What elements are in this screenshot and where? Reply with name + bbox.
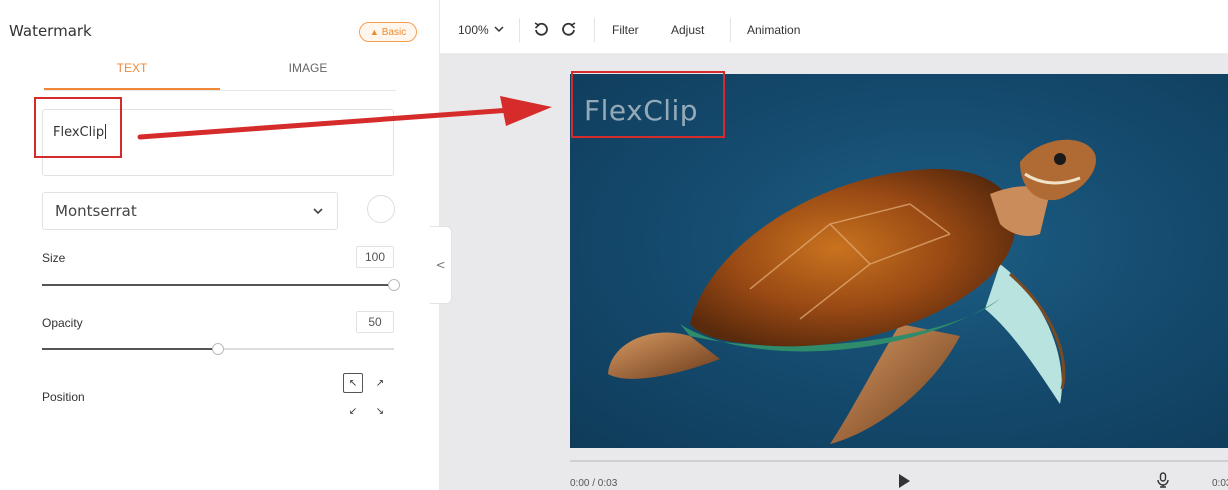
position-top-right-button[interactable]: ↗	[370, 373, 390, 393]
undo-icon[interactable]	[530, 18, 552, 40]
zoom-value: 100%	[458, 23, 489, 37]
play-icon[interactable]	[897, 473, 911, 489]
zoom-select[interactable]: 100%	[458, 23, 504, 37]
position-bottom-right-button[interactable]: ↘	[370, 401, 390, 421]
size-value-input[interactable]: 100	[356, 246, 394, 268]
tab-image[interactable]: IMAGE	[220, 58, 396, 90]
annotation-box-input	[34, 97, 122, 158]
basic-badge[interactable]: ▲ Basic	[359, 22, 417, 42]
microphone-icon[interactable]	[1155, 472, 1171, 488]
opacity-slider-fill	[42, 348, 218, 350]
tab-text[interactable]: TEXT	[44, 58, 220, 90]
adjust-button[interactable]: Adjust	[671, 23, 704, 37]
preview-canvas-area: FlexClip 0:00 / 0:03 0:03	[440, 54, 1228, 490]
filter-button[interactable]: Filter	[612, 23, 639, 37]
toolbar-divider	[730, 18, 731, 42]
text-color-swatch[interactable]	[367, 195, 395, 223]
chevron-down-icon	[313, 208, 323, 215]
time-readout: 0:00 / 0:03	[570, 478, 618, 489]
opacity-value-input[interactable]: 50	[356, 311, 394, 333]
opacity-slider[interactable]	[42, 343, 394, 355]
opacity-label: Opacity	[42, 316, 83, 330]
watermark-panel: Watermark ▲ Basic TEXT IMAGE FlexClip Mo…	[0, 0, 440, 490]
watermark-tabs: TEXT IMAGE	[44, 58, 396, 90]
animation-button[interactable]: Animation	[747, 23, 800, 37]
end-time-readout: 0:03	[1212, 478, 1228, 489]
opacity-slider-thumb[interactable]	[212, 343, 224, 355]
font-select[interactable]: Montserrat	[42, 192, 338, 230]
basic-badge-label: Basic	[381, 26, 407, 38]
tab-divider	[44, 90, 396, 91]
collapse-panel-button[interactable]: <	[430, 226, 452, 304]
toolbar-divider	[594, 18, 595, 42]
panel-title: Watermark	[9, 22, 92, 40]
editor-toolbar: 100% Filter Adjust Animation	[440, 0, 1228, 54]
size-label: Size	[42, 251, 66, 265]
font-select-value: Montserrat	[55, 202, 137, 220]
redo-icon[interactable]	[558, 18, 580, 40]
size-slider[interactable]	[42, 279, 400, 291]
chevron-down-icon	[494, 26, 504, 33]
size-slider-fill	[42, 284, 394, 286]
position-label: Position	[42, 390, 85, 404]
size-slider-thumb[interactable]	[388, 279, 400, 291]
chevron-left-icon: <	[435, 258, 446, 272]
annotation-box-preview	[571, 71, 725, 138]
position-bottom-left-button[interactable]: ↙	[343, 401, 363, 421]
crown-icon: ▲	[369, 27, 379, 37]
timeline-scrubber[interactable]	[570, 460, 1228, 462]
position-grid: ↖ ↗ ↙ ↘	[341, 373, 393, 423]
toolbar-divider	[519, 18, 520, 42]
position-top-left-button[interactable]: ↖	[343, 373, 363, 393]
